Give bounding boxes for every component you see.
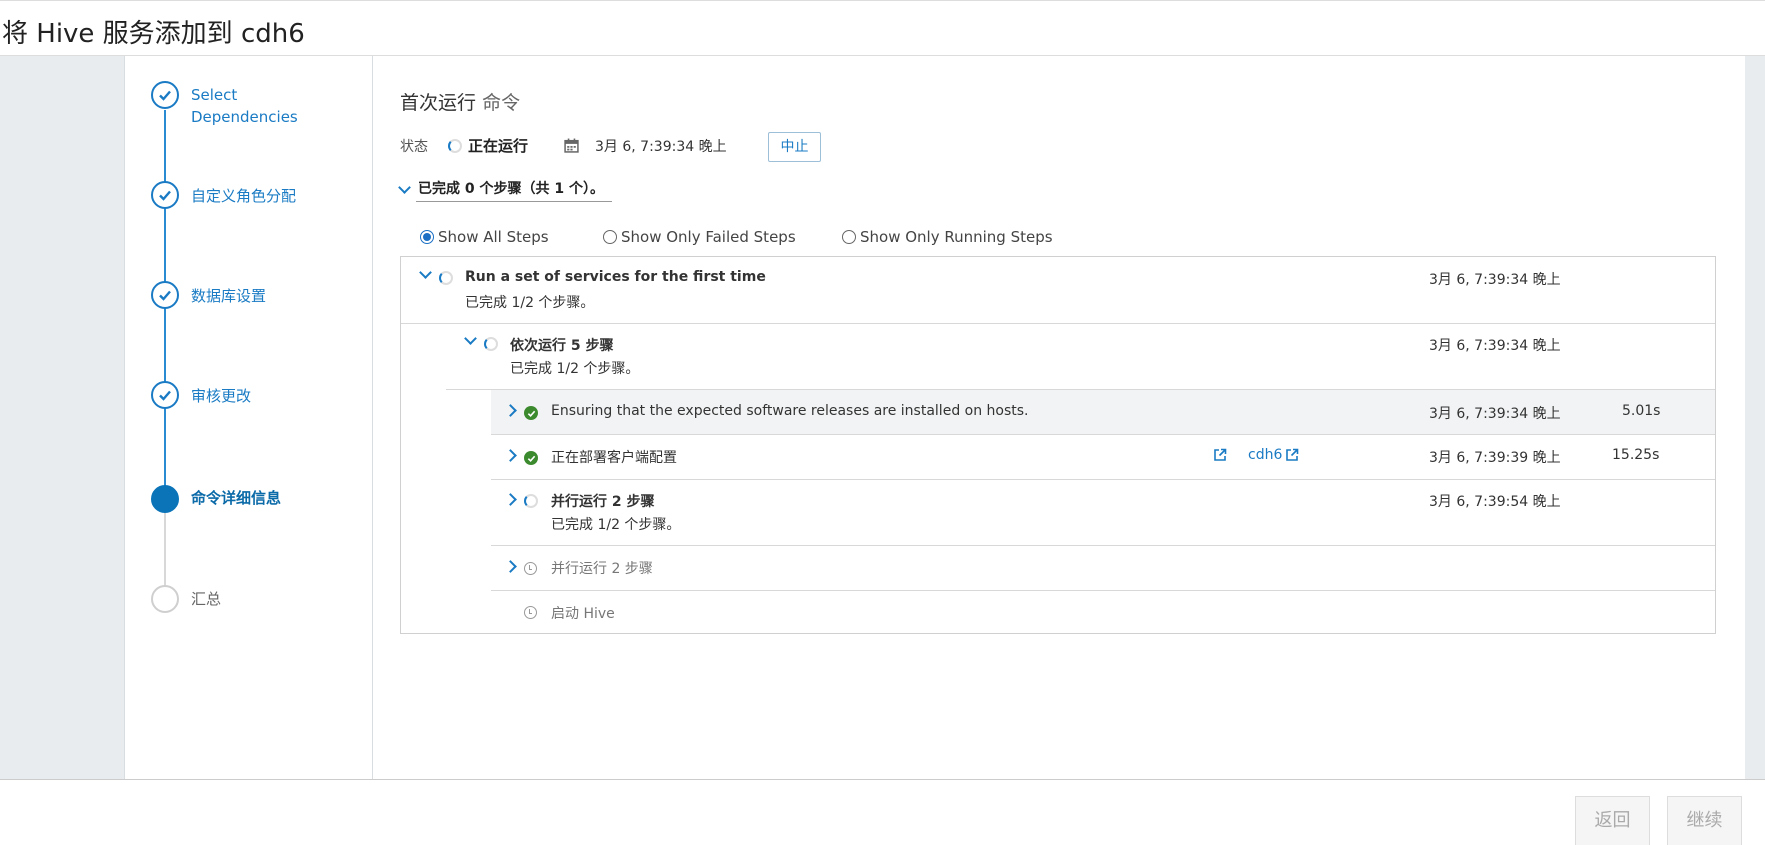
- step-progress: 已完成 1/2 个步骤。: [465, 295, 595, 311]
- continue-button[interactable]: 继续: [1667, 796, 1742, 845]
- success-check-icon: [524, 406, 538, 420]
- step-title: 正在部署客户端配置: [551, 450, 677, 466]
- sidebar-step-select-dependencies[interactable]: Select Dependencies: [191, 84, 298, 128]
- progress-line-pending: [164, 500, 166, 590]
- step-title: Run a set of services for the first time: [465, 269, 766, 285]
- sidebar-step-role-assignment[interactable]: 自定义角色分配: [191, 185, 296, 207]
- step-progress: 已完成 1/2 个步骤。: [510, 361, 640, 377]
- chevron-right-icon[interactable]: [504, 449, 517, 462]
- filter-all-steps[interactable]: Show All Steps: [420, 228, 549, 246]
- running-spinner-icon: [484, 337, 498, 351]
- chevron-down-icon[interactable]: [464, 332, 477, 345]
- running-spinner-icon: [448, 138, 462, 153]
- step-progress: 已完成 1/2 个步骤。: [551, 517, 681, 533]
- step-active-icon: [151, 485, 179, 513]
- command-status-row: 状态 正在运行 3月 6, 7:39:34 晚上: [400, 135, 727, 156]
- step-timestamp: 3月 6, 7:39:34 晚上: [1429, 338, 1561, 354]
- external-link-icon[interactable]: [1213, 448, 1227, 462]
- table-row[interactable]: Run a set of services for the first time…: [401, 257, 1715, 323]
- table-row[interactable]: 依次运行 5 步骤 已完成 1/2 个步骤。 3月 6, 7:39:34 晚上: [401, 324, 1715, 389]
- step-done-icon: [151, 181, 179, 209]
- step-timestamp: 3月 6, 7:39:34 晚上: [1429, 406, 1561, 422]
- chevron-right-icon[interactable]: [504, 560, 517, 573]
- right-gutter: [1745, 56, 1765, 779]
- step-duration: 5.01s: [1622, 403, 1661, 419]
- step-title: Ensuring that the expected software rele…: [551, 403, 1029, 419]
- step-title: 启动 Hive: [551, 606, 615, 622]
- wizard-sidebar: [124, 56, 373, 779]
- running-spinner-icon: [524, 494, 538, 508]
- step-title: 依次运行 5 步骤: [510, 338, 614, 354]
- pending-clock-icon: [524, 562, 537, 575]
- step-done-icon: [151, 281, 179, 309]
- filter-failed-steps[interactable]: Show Only Failed Steps: [603, 228, 796, 246]
- back-button[interactable]: 返回: [1575, 796, 1650, 845]
- table-row[interactable]: 并行运行 2 步骤 已完成 1/2 个步骤。 3月 6, 7:39:54 晚上: [491, 480, 1715, 545]
- table-row[interactable]: Ensuring that the expected software rele…: [491, 390, 1715, 434]
- radio-icon[interactable]: [603, 230, 617, 244]
- filter-running-steps[interactable]: Show Only Running Steps: [842, 228, 1053, 246]
- host-link[interactable]: cdh6: [1248, 447, 1282, 463]
- step-duration: 15.25s: [1612, 447, 1660, 463]
- radio-selected-icon[interactable]: [420, 230, 434, 244]
- radio-icon[interactable]: [842, 230, 856, 244]
- pending-clock-icon: [524, 606, 537, 619]
- step-timestamp: 3月 6, 7:39:34 晚上: [1429, 272, 1561, 288]
- chevron-right-icon[interactable]: [504, 493, 517, 506]
- step-title: 并行运行 2 步骤: [551, 561, 653, 577]
- command-timestamp: 3月 6, 7:39:34 晚上: [595, 138, 727, 155]
- sidebar-step-review-changes[interactable]: 审核更改: [191, 385, 251, 407]
- chevron-down-icon[interactable]: [419, 266, 432, 279]
- sidebar-step-database-settings[interactable]: 数据库设置: [191, 285, 266, 307]
- chevron-right-icon[interactable]: [504, 404, 517, 417]
- steps-summary-toggle[interactable]: 已完成 0 个步骤（共 1 个）。: [398, 178, 612, 202]
- steps-table: Run a set of services for the first time…: [400, 256, 1716, 634]
- success-check-icon: [524, 451, 538, 465]
- status-label: 状态: [400, 138, 428, 155]
- table-row[interactable]: 并行运行 2 步骤: [491, 546, 1715, 590]
- table-row: 启动 Hive: [491, 591, 1715, 633]
- steps-summary-text: 已完成 0 个步骤（共 1 个）。: [416, 178, 612, 202]
- status-value: 正在运行: [468, 137, 529, 155]
- step-timestamp: 3月 6, 7:39:54 晚上: [1429, 494, 1561, 510]
- step-done-icon: [151, 381, 179, 409]
- running-spinner-icon: [439, 271, 453, 285]
- step-pending-icon: [151, 585, 179, 613]
- external-link-icon[interactable]: [1285, 448, 1299, 462]
- table-row[interactable]: 正在部署客户端配置 cdh6 3月 6, 7:39:39 晚上 15.25s: [491, 435, 1715, 479]
- step-title: 并行运行 2 步骤: [551, 494, 655, 510]
- sidebar-step-command-details[interactable]: 命令详细信息: [191, 487, 281, 509]
- step-done-icon: [151, 81, 179, 109]
- left-gutter: [0, 56, 124, 779]
- sidebar-step-summary: 汇总: [191, 590, 222, 608]
- wizard-footer: 返回 继续: [0, 779, 1765, 845]
- calendar-icon: [564, 138, 579, 153]
- step-timestamp: 3月 6, 7:39:39 晚上: [1429, 450, 1561, 466]
- command-title: 首次运行 命令: [400, 92, 521, 114]
- page-header: 将 Hive 服务添加到 cdh6: [0, 0, 1765, 56]
- chevron-down-icon: [398, 181, 411, 194]
- page-title: 将 Hive 服务添加到 cdh6: [2, 19, 305, 49]
- abort-button[interactable]: 中止: [768, 132, 821, 162]
